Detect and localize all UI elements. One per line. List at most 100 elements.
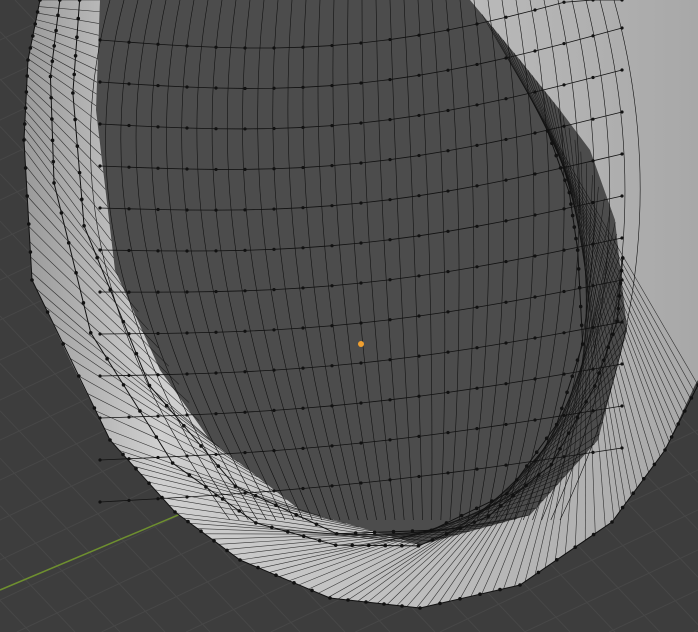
grid-line [0,600,31,632]
mesh-vertex [475,103,479,107]
mesh-vertex [417,354,421,358]
mesh-vertex [533,213,537,217]
mesh-vertex [127,248,131,253]
mesh-vertex [591,325,595,330]
mesh-vertex [572,225,577,229]
mesh-vertex [52,44,56,48]
mesh-vertex [359,321,363,325]
mesh-vertex [619,268,624,273]
mesh-vertex [49,95,53,100]
mesh-vertex [272,328,276,332]
mesh-vertex [156,373,160,377]
mesh-vertex [350,543,355,548]
mesh-vertex [243,248,247,252]
mesh-vertex [388,118,392,122]
mesh-vertex [475,305,479,309]
mesh-vertex [359,401,363,405]
mesh-vertex [214,167,218,172]
mesh-vertex [98,416,102,420]
mesh-vertex [388,478,392,482]
viewport-canvas[interactable] [0,0,698,632]
mesh-vertex [214,371,218,375]
mesh-vertex [301,534,306,539]
mesh-vertex [51,159,56,164]
mesh-vertex [274,503,278,508]
mesh-vertex [560,406,564,411]
mesh-vertex [301,45,305,49]
mesh-vertex [35,10,40,14]
mesh-vertex [59,211,64,215]
mesh-vertex [683,409,687,413]
mesh-vertex [156,455,160,460]
mesh-vertex [417,113,421,118]
mesh-vertex [243,491,247,495]
mesh-vertex [127,373,131,378]
mesh-vertex [446,390,450,394]
mesh-vertex [417,234,421,238]
mesh-vertex [272,449,276,453]
mesh-vertex [533,49,537,53]
mesh-vertex [446,108,450,113]
mesh-vertex [504,15,508,19]
mesh-vertex [620,110,624,114]
mesh-vertex [475,184,479,188]
mesh-vertex [75,35,79,39]
mesh-vertex [388,318,392,322]
mesh-vertex [388,238,392,242]
mesh-vertex [388,358,392,362]
mesh-vertex [438,601,442,606]
grid-line [0,552,76,632]
mesh-vertex [591,159,595,163]
mesh-vertex [22,138,26,142]
mesh-vertex [359,41,363,45]
mesh-vertex [214,45,218,49]
mesh-vertex [562,0,566,4]
mesh-vertex [475,427,479,431]
mesh-vertex [25,194,30,198]
mesh-vertex [359,281,363,285]
mesh-vertex [243,167,247,171]
mesh-vertex [533,90,537,94]
mesh-vertex [272,86,276,90]
3d-viewport[interactable] [0,0,698,632]
mesh-vertex [30,278,34,282]
mesh-vertex [23,122,27,126]
mesh-vertex [475,346,479,350]
mesh-vertex [504,300,508,304]
mesh-vertex [504,56,508,60]
mesh-vertex [591,242,595,246]
mesh-vertex [504,97,508,101]
object-origin-icon[interactable] [358,341,364,347]
mesh-vertex [272,46,276,50]
mesh-vertex [562,207,566,211]
mesh-vertex [105,357,109,361]
mesh-vertex [330,404,334,408]
mesh-vertex [272,287,276,292]
mesh-vertex [317,538,322,543]
mesh-vertex [301,326,305,330]
mesh-vertex [346,598,350,602]
mesh-vertex [98,248,102,252]
mesh-vertex [272,247,276,251]
mesh-vertex [243,451,247,455]
mesh-vertex [185,413,189,417]
mesh-vertex [562,41,566,46]
mesh-vertex [417,33,421,37]
mesh-vertex [593,384,597,388]
mesh-vertex [549,462,554,467]
mesh-vertex [156,249,160,253]
mesh-vertex [616,306,621,311]
mesh-vertex [388,438,392,442]
mesh-vertex [272,126,276,131]
mesh-vertex [591,200,595,205]
mesh-vertex [388,398,392,402]
mesh-vertex [82,224,86,228]
mesh-vertex [50,117,54,121]
mesh-vertex [214,249,218,253]
mesh-vertex [533,418,537,422]
mesh-vertex [301,206,305,210]
mesh-vertex [504,259,508,264]
mesh-vertex [388,77,392,82]
mesh-vertex [562,248,566,252]
mesh-vertex [524,483,528,488]
